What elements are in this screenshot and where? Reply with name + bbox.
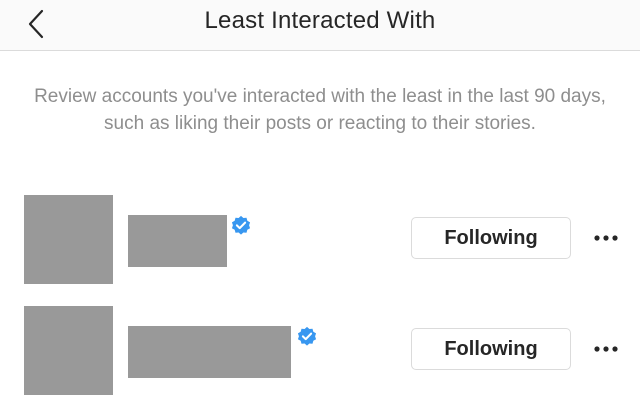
account-row: Following	[0, 306, 640, 398]
username-redacted[interactable]	[128, 326, 291, 378]
following-button[interactable]: Following	[411, 328, 571, 370]
avatar[interactable]	[24, 306, 113, 395]
username-redacted[interactable]	[128, 215, 227, 267]
following-button[interactable]: Following	[411, 217, 571, 259]
description-text: Review accounts you've interacted with t…	[34, 86, 606, 134]
page-title: Least Interacted With	[204, 7, 436, 34]
top-bar: Least Interacted With	[0, 0, 640, 51]
more-options-icon[interactable]	[591, 343, 621, 355]
avatar[interactable]	[24, 195, 113, 284]
verified-badge-icon	[231, 215, 251, 235]
more-options-icon[interactable]	[591, 232, 621, 244]
verified-badge-icon	[297, 326, 317, 346]
account-row: Following	[0, 195, 640, 287]
